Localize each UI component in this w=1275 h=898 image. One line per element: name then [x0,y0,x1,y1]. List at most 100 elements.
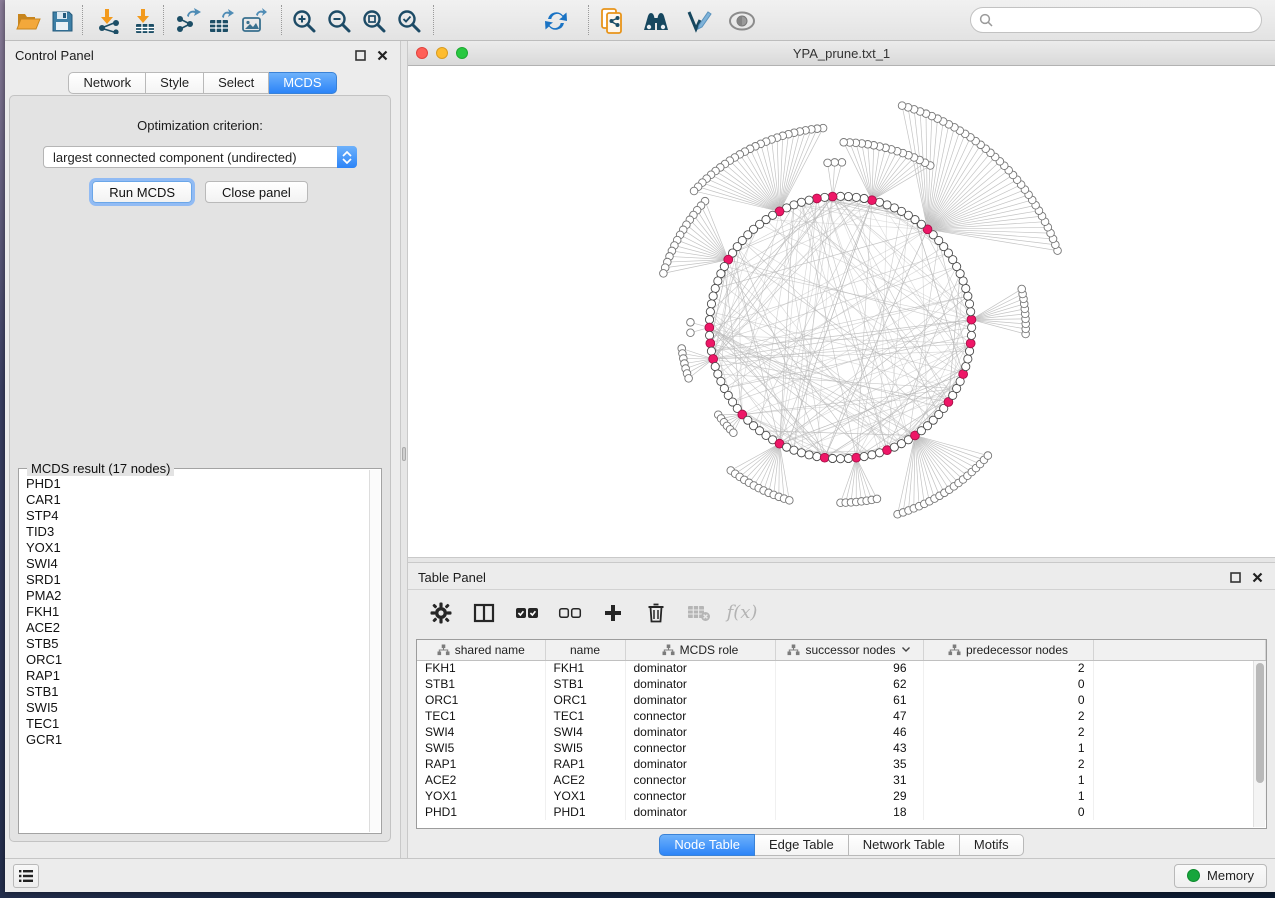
control-panel: Control Panel NetworkStyleSelectMCDS Opt… [5,41,400,858]
mcds-result-item[interactable]: ORC1 [26,652,368,668]
search-input[interactable] [993,13,1261,28]
mcds-result-item[interactable]: SWI4 [26,556,368,572]
mcds-result-item[interactable]: STP4 [26,508,368,524]
vertical-splitter[interactable] [400,41,408,858]
table-row[interactable]: ORC1ORC1dominator610 [417,692,1266,708]
toolbar-search[interactable] [970,7,1262,33]
zoom-out-icon[interactable] [324,6,354,36]
mcds-result-item[interactable]: GCR1 [26,732,368,748]
float-table-panel-icon[interactable] [1227,569,1243,585]
network-document-icon[interactable] [597,6,627,36]
table-row[interactable]: TEC1TEC1connector472 [417,708,1266,724]
tab-node-table[interactable]: Node Table [659,834,755,856]
mcds-result-item[interactable]: SRD1 [26,572,368,588]
mcds-result-item[interactable]: PMA2 [26,588,368,604]
select-all-checkboxes-icon[interactable] [514,600,540,626]
table-header-row[interactable]: shared name nameMCDS rolesuccessor nodesp… [417,640,1266,660]
network-view[interactable] [408,66,1275,557]
save-session-icon[interactable] [47,6,77,36]
table-cell: 1 [923,740,1093,756]
close-panel-icon[interactable] [374,47,390,63]
table-row[interactable]: STB1STB1dominator620 [417,676,1266,692]
table-row[interactable]: SWI5SWI5connector431 [417,740,1266,756]
splitter-grip[interactable] [402,447,406,461]
column-header-shared-name[interactable]: shared name [417,640,545,660]
tab-motifs[interactable]: Motifs [960,834,1024,856]
criterion-select[interactable]: largest connected component (undirected) [43,146,357,168]
export-image-icon[interactable] [239,6,269,36]
deselect-all-checkboxes-icon[interactable] [557,600,583,626]
show-details-eye-icon[interactable] [727,6,757,36]
float-panel-icon[interactable] [352,47,368,63]
export-network-icon[interactable] [173,6,203,36]
table-row[interactable]: SWI4SWI4dominator462 [417,724,1266,740]
delete-column-trash-icon[interactable] [643,600,669,626]
window-minimize-icon[interactable] [436,47,448,59]
run-mcds-button[interactable]: Run MCDS [92,181,192,203]
zoom-fit-icon[interactable] [359,6,389,36]
mcds-result-item[interactable]: FKH1 [26,604,368,620]
node-table[interactable]: shared name nameMCDS rolesuccessor nodesp… [416,639,1267,829]
zoom-in-icon[interactable] [289,6,319,36]
hide-annotations-icon[interactable] [684,6,714,36]
control-panel-title: Control Panel [15,48,94,63]
tab-style[interactable]: Style [146,72,204,94]
mcds-result-item[interactable]: PHD1 [26,476,368,492]
status-bar: Memory [5,858,1275,892]
tab-network-table[interactable]: Network Table [849,834,960,856]
network-window-title: YPA_prune.txt_1 [408,46,1275,61]
table-cell: ORC1 [417,692,545,708]
refresh-icon[interactable] [541,6,571,36]
column-header-label: shared name [455,643,525,657]
network-graph[interactable] [408,66,1275,557]
mcds-result-item[interactable]: ACE2 [26,620,368,636]
mcds-result-item[interactable]: CAR1 [26,492,368,508]
table-row[interactable]: RAP1RAP1dominator352 [417,756,1266,772]
tab-select[interactable]: Select [204,72,269,94]
search-binoculars-icon[interactable] [641,6,671,36]
column-header-predecessor-nodes[interactable]: predecessor nodes [923,640,1093,660]
table-cell: connector [625,740,775,756]
memory-status-icon [1187,869,1200,882]
open-session-icon[interactable] [13,6,43,36]
table-body[interactable]: FKH1FKH1dominator962STB1STB1dominator620… [417,660,1266,820]
tab-network[interactable]: Network [68,72,146,94]
table-row[interactable]: FKH1FKH1dominator962 [417,660,1266,676]
memory-button[interactable]: Memory [1174,864,1267,888]
mcds-result-item[interactable]: TEC1 [26,716,368,732]
mcds-result-item[interactable]: STB1 [26,684,368,700]
mcds-list-scrollbar[interactable] [369,470,380,832]
table-settings-gear-icon[interactable] [428,600,454,626]
table-row[interactable]: YOX1YOX1connector291 [417,788,1266,804]
mcds-result-item[interactable]: YOX1 [26,540,368,556]
table-cell: STB1 [417,676,545,692]
import-table-icon[interactable] [130,6,160,36]
column-header-name[interactable]: name [545,640,625,660]
task-history-button[interactable] [13,864,39,888]
mcds-result-item[interactable]: TID3 [26,524,368,540]
table-scrollbar-thumb[interactable] [1256,663,1264,783]
export-table-icon[interactable] [206,6,236,36]
window-zoom-icon[interactable] [456,47,468,59]
split-table-columns-icon[interactable] [471,600,497,626]
tab-edge-table[interactable]: Edge Table [755,834,849,856]
mcds-result-item[interactable]: RAP1 [26,668,368,684]
import-network-icon[interactable] [94,6,124,36]
zoom-selected-icon[interactable] [394,6,424,36]
mcds-result-list[interactable]: PHD1CAR1STP4TID3YOX1SWI4SRD1PMA2FKH1ACE2… [20,470,368,832]
mcds-result-item[interactable]: STB5 [26,636,368,652]
mcds-result-item[interactable]: SWI5 [26,700,368,716]
table-row[interactable]: ACE2ACE2connector311 [417,772,1266,788]
table-scrollbar[interactable] [1253,661,1265,827]
table-cell-filler [1093,692,1266,708]
tab-mcds[interactable]: MCDS [269,72,336,94]
window-close-icon[interactable] [416,47,428,59]
table-row[interactable]: PHD1PHD1dominator180 [417,804,1266,820]
column-header-MCDS-role[interactable]: MCDS role [625,640,775,660]
table-cell: PHD1 [545,804,625,820]
add-column-icon[interactable] [600,600,626,626]
column-header-successor-nodes[interactable]: successor nodes [775,640,923,660]
close-panel-button[interactable]: Close panel [205,181,308,203]
table-cell: dominator [625,676,775,692]
close-table-panel-icon[interactable] [1249,569,1265,585]
